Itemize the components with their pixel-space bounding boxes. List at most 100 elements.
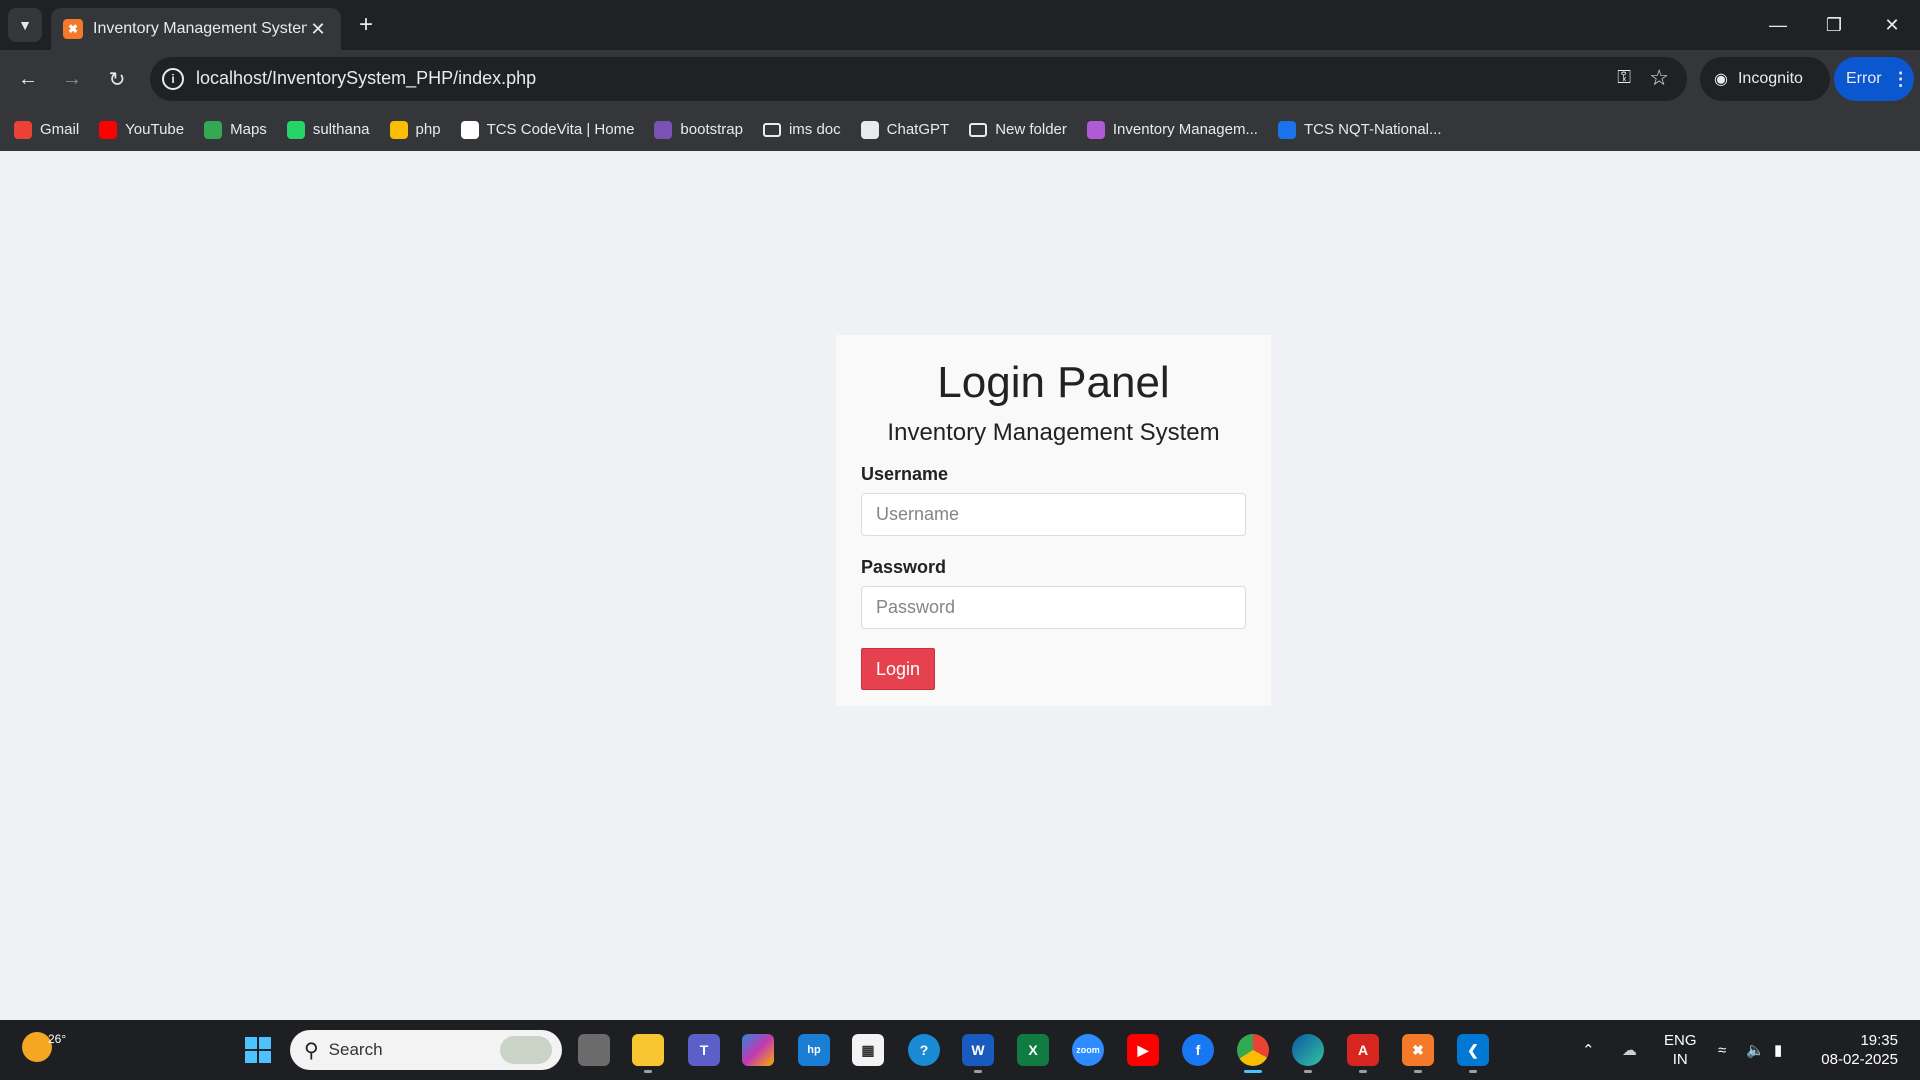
bookmark-item[interactable]: Gmail (14, 120, 80, 139)
language-label: ENG (1664, 1032, 1697, 1049)
bookmark-label: ChatGPT (886, 121, 950, 138)
incognito-button[interactable]: ◉ Incognito (1700, 57, 1830, 101)
bookmark-label: Inventory Managem... (1112, 121, 1258, 138)
bookmark-label: sulthana (312, 121, 370, 138)
reload-button[interactable]: ↻ (101, 63, 133, 95)
wifi-icon[interactable]: ≈ (1718, 1020, 1726, 1080)
chatgpt-icon (860, 120, 879, 139)
windows-start-icon[interactable] (242, 1034, 274, 1066)
battery-icon[interactable]: ▮ (1774, 1020, 1782, 1080)
youtube-icon (99, 120, 118, 139)
language-indicator[interactable]: ENG IN (1664, 1031, 1697, 1069)
bookmark-item[interactable]: Maps (204, 120, 267, 139)
search-icon: ⚲ (304, 1039, 319, 1062)
excel-icon[interactable]: X (1017, 1034, 1049, 1066)
close-tab-icon[interactable]: ✕ (307, 19, 329, 40)
bookmark-item[interactable]: TCS NQT-National... (1277, 120, 1442, 139)
bookmark-label: bootstrap (680, 121, 743, 138)
minimize-button[interactable]: — (1750, 0, 1806, 50)
running-indicator (1304, 1070, 1312, 1073)
file-explorer-icon[interactable] (632, 1034, 664, 1066)
running-indicator (1469, 1070, 1477, 1073)
bookmark-label: TCS CodeVita | Home (486, 121, 635, 138)
whatsapp-icon (286, 120, 305, 139)
forward-button[interactable]: → (56, 63, 88, 95)
username-input[interactable] (861, 493, 1246, 536)
bookmark-item[interactable]: ims doc (762, 121, 841, 138)
edge-icon[interactable] (1292, 1034, 1324, 1066)
close-window-button[interactable]: ✕ (1864, 0, 1920, 50)
bookmark-item[interactable]: YouTube (99, 120, 185, 139)
tab-search-button[interactable]: ▼ (8, 8, 42, 42)
chevron-down-icon: ▼ (18, 17, 32, 33)
address-bar[interactable]: i localhost/InventorySystem_PHP/index.ph… (150, 57, 1687, 101)
bookmark-label: TCS NQT-National... (1303, 121, 1442, 138)
bookmark-item[interactable]: New folder (969, 121, 1067, 138)
profile-error-button[interactable]: Error ⋮ (1834, 57, 1914, 101)
get-help-icon[interactable]: ? (908, 1034, 940, 1066)
error-label: Error (1846, 70, 1882, 87)
folder-icon (969, 122, 988, 137)
running-indicator (1359, 1070, 1367, 1073)
bookmark-star-icon[interactable]: ☆ (1649, 65, 1669, 91)
maps-icon (204, 120, 223, 139)
bookmark-item[interactable]: sulthana (286, 120, 370, 139)
zoom-icon[interactable]: zoom (1072, 1034, 1104, 1066)
bookmark-item[interactable]: ChatGPT (860, 120, 950, 139)
taskbar-search[interactable]: ⚲ Search (290, 1030, 562, 1070)
teams-icon[interactable]: T (688, 1034, 720, 1066)
chrome-icon[interactable] (1237, 1034, 1269, 1066)
youtube-app-icon[interactable]: ▶ (1127, 1034, 1159, 1066)
login-button[interactable]: Login (861, 648, 935, 690)
tab-title: Inventory Management System (93, 20, 307, 37)
task-view-icon[interactable] (578, 1034, 610, 1066)
login-title: Login Panel (937, 358, 1170, 407)
new-tab-button[interactable]: + (352, 11, 380, 39)
login-panel: Login Panel Inventory Management System … (836, 335, 1271, 706)
incognito-label: Incognito (1737, 70, 1803, 87)
vscode-icon[interactable]: ❮ (1457, 1034, 1489, 1066)
tcs-icon (460, 120, 479, 139)
clock[interactable]: 19:35 08-02-2025 (1821, 1031, 1898, 1069)
back-button[interactable]: ← (12, 63, 44, 95)
bookmark-item[interactable]: php (389, 120, 441, 139)
xampp-icon[interactable]: ✖ (1402, 1034, 1434, 1066)
url-text[interactable]: localhost/InventorySystem_PHP/index.php (196, 68, 536, 89)
volume-icon[interactable]: 🔈 (1746, 1020, 1765, 1080)
show-hidden-icons[interactable]: ⌃ (1582, 1020, 1595, 1080)
running-indicator (974, 1070, 982, 1073)
onedrive-offline-icon[interactable]: ☁ (1622, 1020, 1637, 1080)
password-input[interactable] (861, 586, 1246, 629)
active-indicator (1244, 1070, 1262, 1073)
page-content: Login Panel Inventory Management System … (0, 151, 1920, 1020)
clock-time: 19:35 (1860, 1032, 1898, 1049)
incognito-icon: ◉ (1714, 71, 1728, 88)
bookmark-item[interactable]: TCS CodeVita | Home (460, 120, 635, 139)
clock-date: 08-02-2025 (1821, 1051, 1898, 1068)
myhp-icon[interactable]: hp (798, 1034, 830, 1066)
bookmark-item[interactable]: bootstrap (654, 120, 743, 139)
word-icon[interactable]: W (962, 1034, 994, 1066)
acrobat-icon[interactable]: A (1347, 1034, 1379, 1066)
copilot-icon[interactable] (742, 1034, 774, 1066)
folder-icon (762, 122, 781, 137)
active-tab[interactable]: ✖ Inventory Management System ✕ (51, 8, 341, 50)
bookmark-item[interactable]: Inventory Managem... (1086, 120, 1258, 139)
bookmark-label: YouTube (125, 121, 185, 138)
weather-widget[interactable]: 26° (22, 1032, 66, 1062)
search-placeholder: Search (328, 1040, 383, 1059)
gmail-icon (14, 120, 32, 139)
link-icon (1086, 120, 1105, 139)
menu-dots-icon[interactable]: ⋮ (1892, 69, 1910, 90)
restore-button[interactable]: ❐ (1806, 0, 1862, 50)
password-label: Password (861, 557, 947, 577)
weather-temp: 26° (48, 1032, 67, 1046)
password-key-icon[interactable]: ⚿ (1617, 67, 1631, 88)
bookmark-label: Gmail (40, 121, 80, 138)
facebook-icon[interactable]: f (1182, 1034, 1214, 1066)
region-label: IN (1672, 1051, 1688, 1068)
bookmark-label: php (415, 121, 441, 138)
bookmark-label: Maps (230, 121, 267, 138)
site-info-icon[interactable]: i (162, 68, 184, 90)
microsoft-store-icon[interactable]: ▦ (852, 1034, 884, 1066)
